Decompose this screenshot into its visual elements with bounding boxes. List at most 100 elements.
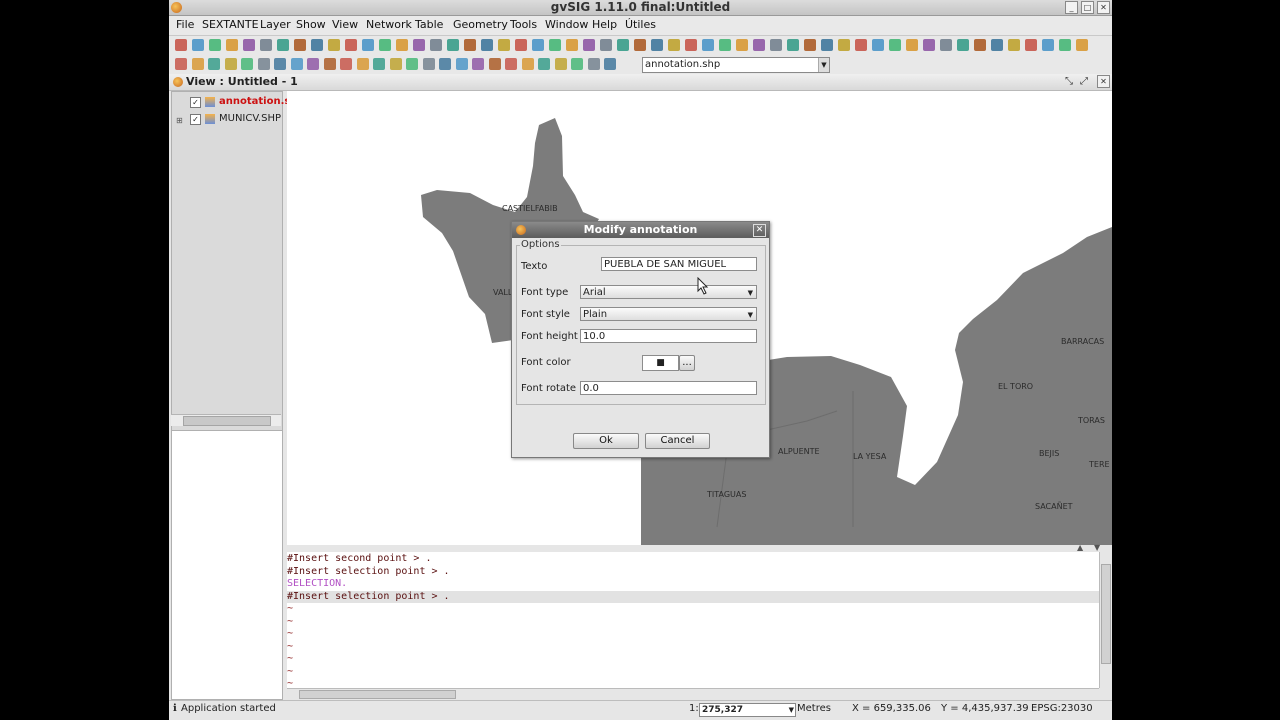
menu-file[interactable]: File bbox=[176, 18, 194, 31]
save-icon-tool[interactable] bbox=[719, 39, 731, 51]
view-maximize-icon[interactable]: ⤢ bbox=[1080, 76, 1088, 87]
tools-icon-tool[interactable] bbox=[413, 39, 425, 51]
scroll-thumb[interactable] bbox=[183, 416, 271, 426]
layer-combo[interactable]: annotation.shp ▼ bbox=[642, 57, 830, 73]
edit-tool-icon[interactable] bbox=[571, 58, 583, 70]
cancel-button[interactable]: Cancel bbox=[645, 433, 710, 449]
settings-icon-tool[interactable] bbox=[226, 39, 238, 51]
edit-icon-tool[interactable] bbox=[600, 39, 612, 51]
font-type-select[interactable]: Arial ▼ bbox=[580, 285, 757, 299]
delete-icon-tool[interactable] bbox=[447, 39, 459, 51]
edit-tool-icon[interactable] bbox=[538, 58, 550, 70]
edit-tool-icon[interactable] bbox=[257, 58, 270, 70]
edit-tool-icon[interactable] bbox=[472, 58, 484, 70]
edit-tool-icon[interactable] bbox=[323, 58, 336, 70]
edit-tool-icon[interactable] bbox=[241, 58, 253, 70]
edit-tool-icon[interactable] bbox=[554, 58, 567, 70]
open-icon-tool[interactable] bbox=[192, 39, 204, 51]
tools-icon-tool[interactable] bbox=[243, 39, 255, 51]
copy-icon-tool[interactable] bbox=[634, 39, 646, 51]
font-rotate-input[interactable]: 0.0 bbox=[580, 381, 757, 395]
menu-network[interactable]: Network bbox=[366, 18, 412, 31]
dialog-close-button[interactable]: ✕ bbox=[753, 224, 766, 237]
target-icon-tool[interactable] bbox=[1008, 39, 1020, 51]
layer-visible-checkbox[interactable]: ✓ bbox=[190, 97, 201, 108]
edit-tool-icon[interactable] bbox=[307, 58, 319, 70]
minimize-button[interactable]: _ bbox=[1065, 1, 1078, 14]
edit-tool-icon[interactable] bbox=[290, 58, 303, 70]
font-color-picker-button[interactable]: ... bbox=[679, 355, 695, 371]
save-icon-tool[interactable] bbox=[209, 39, 221, 51]
menu-help[interactable]: Help bbox=[592, 18, 617, 31]
split-down-icon[interactable]: ▼ bbox=[1094, 543, 1100, 552]
edit-tool-icon[interactable] bbox=[389, 58, 402, 70]
edit-tool-icon[interactable] bbox=[488, 58, 501, 70]
open-icon-tool[interactable] bbox=[872, 39, 884, 51]
copy-icon-tool[interactable] bbox=[464, 39, 476, 51]
scroll-thumb[interactable] bbox=[1101, 564, 1111, 664]
maximize-button[interactable]: □ bbox=[1081, 1, 1094, 14]
new-icon-tool[interactable] bbox=[345, 39, 357, 51]
edit-tool-icon[interactable] bbox=[505, 58, 517, 70]
menu-geometry[interactable]: Geometry bbox=[453, 18, 508, 31]
target-icon-tool[interactable] bbox=[838, 39, 850, 51]
settings-icon-tool[interactable] bbox=[566, 39, 578, 51]
edit-tool-icon[interactable] bbox=[356, 58, 369, 70]
menu-layer[interactable]: Layer bbox=[260, 18, 291, 31]
info-icon-tool[interactable] bbox=[651, 39, 663, 51]
edit-icon-tool[interactable] bbox=[260, 39, 272, 51]
delete-icon-tool[interactable] bbox=[617, 39, 629, 51]
dialog-title-bar[interactable]: Modify annotation ✕ bbox=[512, 222, 769, 238]
menu-tools[interactable]: Tools bbox=[510, 18, 537, 31]
open-icon-tool[interactable] bbox=[1042, 39, 1054, 51]
tools-icon-tool[interactable] bbox=[583, 39, 595, 51]
save-icon-tool[interactable] bbox=[1059, 39, 1071, 51]
edit-icon-tool[interactable] bbox=[770, 39, 782, 51]
save-icon-tool[interactable] bbox=[379, 39, 391, 51]
settings-icon-tool[interactable] bbox=[1076, 39, 1088, 51]
save-icon-tool[interactable] bbox=[549, 39, 561, 51]
edit-tool-icon[interactable] bbox=[224, 58, 237, 70]
split-up-icon[interactable]: ▲ bbox=[1077, 543, 1083, 552]
open-icon-tool[interactable] bbox=[362, 39, 374, 51]
view-close-button[interactable]: ✕ bbox=[1097, 75, 1110, 88]
edit-tool-icon[interactable] bbox=[406, 58, 418, 70]
target-icon-tool[interactable] bbox=[668, 39, 680, 51]
copy-icon-tool[interactable] bbox=[804, 39, 816, 51]
menu-table[interactable]: Table bbox=[415, 18, 443, 31]
menu-show[interactable]: Show bbox=[296, 18, 326, 31]
menu-utiles[interactable]: Útiles bbox=[625, 18, 656, 31]
edit-tool-icon[interactable] bbox=[439, 58, 451, 70]
target-icon-tool[interactable] bbox=[328, 39, 340, 51]
ok-button[interactable]: Ok bbox=[573, 433, 639, 449]
tools-icon-tool[interactable] bbox=[923, 39, 935, 51]
delete-icon-tool[interactable] bbox=[787, 39, 799, 51]
menu-sextante[interactable]: SEXTANTE bbox=[202, 18, 259, 31]
edit-tool-icon[interactable] bbox=[455, 58, 468, 70]
new-icon-tool[interactable] bbox=[515, 39, 527, 51]
toc-horizontal-scrollbar[interactable] bbox=[171, 414, 281, 426]
info-icon-tool[interactable] bbox=[821, 39, 833, 51]
close-button[interactable]: ✕ bbox=[1097, 1, 1110, 14]
expand-icon[interactable]: ⊞ bbox=[176, 116, 183, 125]
edit-icon-tool[interactable] bbox=[430, 39, 442, 51]
menu-view[interactable]: View bbox=[332, 18, 358, 31]
settings-icon-tool[interactable] bbox=[396, 39, 408, 51]
console-vertical-scrollbar[interactable] bbox=[1099, 552, 1111, 688]
command-console[interactable]: #Insert second point > . #Insert selectio… bbox=[287, 552, 1099, 689]
edit-tool-icon[interactable] bbox=[208, 58, 220, 70]
edit-tool-icon[interactable] bbox=[340, 58, 352, 70]
console-horizontal-scrollbar[interactable] bbox=[287, 688, 1099, 699]
view-restore-icon[interactable]: ⤡ bbox=[1065, 76, 1073, 87]
open-icon-tool[interactable] bbox=[532, 39, 544, 51]
delete-icon-tool[interactable] bbox=[957, 39, 969, 51]
tools-icon-tool[interactable] bbox=[753, 39, 765, 51]
save-icon-tool[interactable] bbox=[889, 39, 901, 51]
edit-tool-icon[interactable] bbox=[422, 58, 435, 70]
edit-tool-icon[interactable] bbox=[373, 58, 385, 70]
info-icon-tool[interactable] bbox=[991, 39, 1003, 51]
new-icon-tool[interactable] bbox=[855, 39, 867, 51]
edit-tool-icon[interactable] bbox=[604, 58, 616, 70]
font-height-input[interactable]: 10.0 bbox=[580, 329, 757, 343]
delete-icon-tool[interactable] bbox=[277, 39, 289, 51]
